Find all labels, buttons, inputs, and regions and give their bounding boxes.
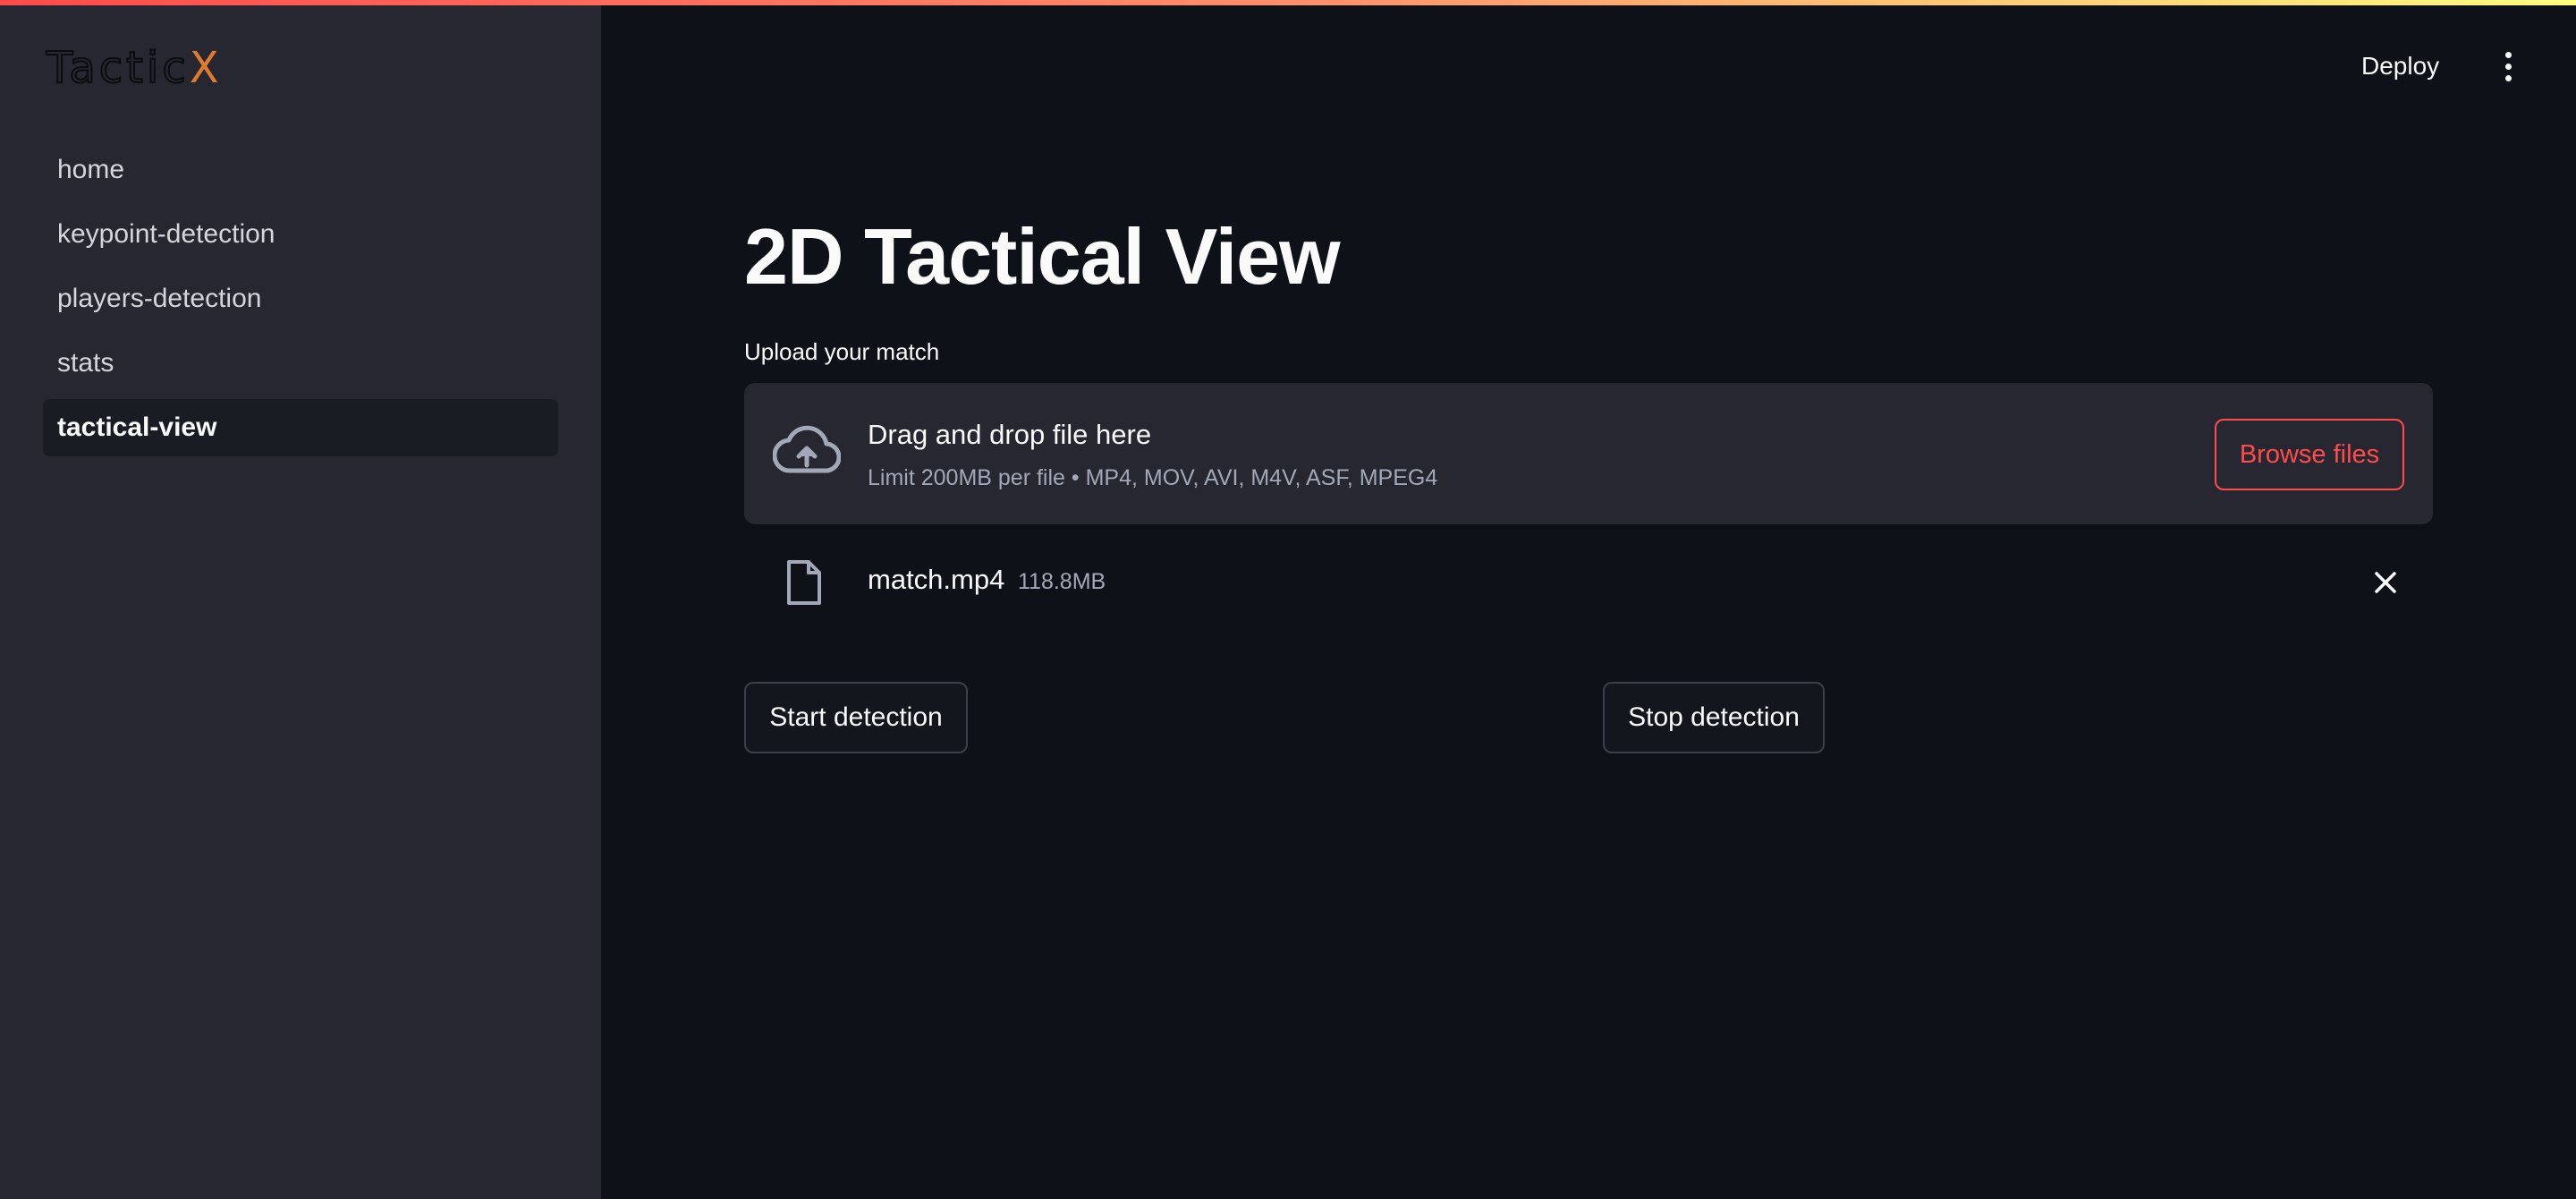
close-icon[interactable] [2372, 569, 2399, 596]
sidebar-item-players-detection[interactable]: players-detection [43, 270, 558, 327]
file-name: match.mp4 [868, 564, 1005, 595]
file-dropzone[interactable]: Drag and drop file here Limit 200MB per … [744, 383, 2433, 524]
page-title: 2D Tactical View [744, 212, 1341, 301]
sidebar: TacticX home keypoint-detection players-… [0, 0, 601, 1199]
dropzone-title: Drag and drop file here [868, 419, 1152, 450]
cloud-upload-icon [773, 425, 841, 473]
sidebar-nav: home keypoint-detection players-detectio… [43, 141, 558, 463]
browse-files-button[interactable]: Browse files [2215, 419, 2404, 490]
kebab-menu-icon[interactable] [2497, 47, 2519, 86]
file-icon [787, 560, 821, 605]
file-size: 118.8MB [1018, 569, 1106, 594]
upload-label: Upload your match [744, 338, 940, 365]
stop-detection-button[interactable]: Stop detection [1603, 682, 1825, 753]
start-detection-button[interactable]: Start detection [744, 682, 968, 753]
logo-accent: X [189, 43, 223, 93]
sidebar-item-stats[interactable]: stats [43, 335, 558, 392]
sidebar-item-home[interactable]: home [43, 141, 558, 199]
app-root: TacticX home keypoint-detection players-… [0, 0, 2576, 1199]
uploaded-file-row: match.mp4 118.8MB [744, 548, 2433, 619]
top-decoration-bar [0, 0, 2576, 5]
deploy-button[interactable]: Deploy [2361, 47, 2439, 86]
sidebar-item-keypoint-detection[interactable]: keypoint-detection [43, 206, 558, 263]
dropzone-limit-text: Limit 200MB per file • MP4, MOV, AVI, M4… [868, 465, 1438, 490]
app-logo: TacticX [46, 42, 223, 94]
sidebar-item-tactical-view[interactable]: tactical-view [43, 399, 558, 456]
logo-text: Tactic [46, 42, 190, 94]
